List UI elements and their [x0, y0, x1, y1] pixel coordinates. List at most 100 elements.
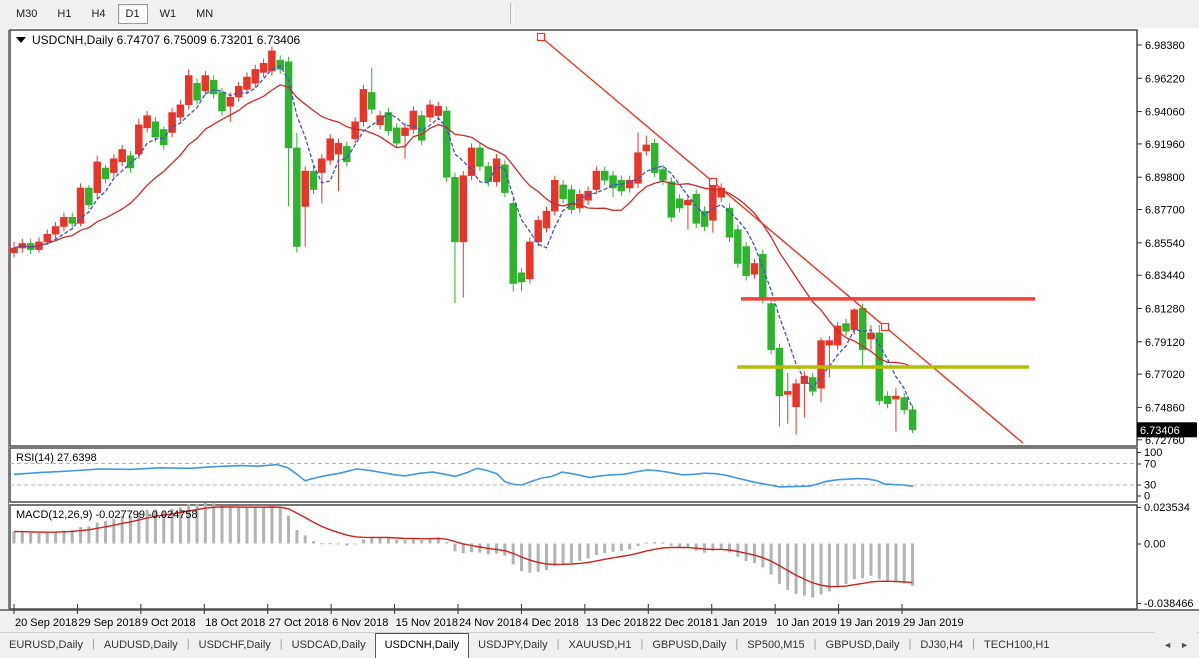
macd-histogram-bar [71, 530, 74, 543]
macd-histogram-bar [537, 544, 540, 572]
macd-histogram-bar [445, 542, 448, 543]
date-axis-label: 18 Oct 2018 [205, 617, 265, 629]
candle [310, 171, 317, 189]
tab-tech100-h1[interactable]: TECH100,H1 [975, 633, 1058, 658]
candle [443, 111, 450, 177]
timeframe-w1[interactable]: W1 [152, 4, 185, 24]
candle [352, 122, 359, 139]
candle [302, 171, 309, 206]
candle [460, 176, 467, 242]
macd-histogram-bar [295, 530, 298, 543]
candle [726, 208, 733, 237]
tab-usdcad-daily[interactable]: USDCAD,Daily [283, 633, 375, 658]
date-axis-label: 19 Jan 2019 [840, 617, 901, 629]
timeframe-m30[interactable]: M30 [8, 4, 45, 24]
candle [476, 148, 483, 166]
candle [776, 348, 783, 396]
macd-histogram-bar [13, 532, 16, 544]
tab-sp500-m15[interactable]: SP500,M15 [738, 633, 813, 658]
price-axis-label: 6.87700 [1145, 205, 1185, 217]
macd-histogram-bar [778, 544, 781, 584]
tab-eurusd-daily[interactable]: EURUSD,Daily [0, 633, 92, 658]
macd-histogram-bar [112, 519, 115, 544]
tab-dj30-h4[interactable]: DJ30,H4 [911, 633, 972, 658]
macd-histogram-bar [886, 544, 889, 582]
price-axis-label: 6.89800 [1145, 172, 1185, 184]
macd-histogram-bar [869, 544, 872, 576]
candle [110, 159, 117, 173]
tab-gbpusd-daily[interactable]: GBPUSD,Daily [643, 633, 735, 658]
candle [119, 149, 126, 161]
candle [593, 171, 600, 189]
macd-histogram-bar [545, 544, 548, 571]
macd-histogram-bar [379, 537, 382, 543]
macd-histogram-bar [229, 507, 232, 543]
trendline-anchor[interactable] [538, 34, 545, 41]
tab-xauusd-h1[interactable]: XAUUSD,H1 [560, 633, 641, 658]
tab-usdcnh-daily[interactable]: USDCNH,Daily [375, 633, 470, 658]
candle [427, 105, 434, 117]
price-axis-label: 6.94060 [1145, 107, 1185, 119]
candle [293, 148, 300, 247]
tab-usdjpy-daily[interactable]: USDJPY,Daily [469, 633, 557, 658]
date-axis-label: 22 Dec 2018 [649, 617, 711, 629]
timeframe-h1[interactable]: H1 [49, 4, 79, 24]
macd-histogram-bar [337, 544, 340, 545]
candle [219, 92, 226, 110]
macd-histogram-bar [304, 535, 307, 543]
chart-canvas[interactable]: 6.983806.962206.940606.919606.898006.877… [0, 28, 1199, 632]
candle [85, 188, 92, 205]
trendline-anchor[interactable] [710, 179, 717, 186]
macd-histogram-bar [745, 544, 748, 561]
candle [402, 128, 409, 136]
candle [69, 217, 76, 223]
macd-histogram-bar [753, 544, 756, 564]
price-axis-label: 6.83440 [1145, 270, 1185, 282]
macd-histogram-bar [387, 538, 390, 543]
macd-histogram-bar [612, 544, 615, 552]
tab-scroll-left-icon[interactable]: ◄ [1159, 640, 1176, 650]
macd-histogram-bar [695, 544, 698, 551]
macd-histogram-bar [221, 506, 224, 544]
macd-histogram-bar [262, 507, 265, 543]
tab-scroll-right-icon[interactable]: ► [1176, 640, 1193, 650]
candle [743, 247, 750, 276]
timeframe-mn[interactable]: MN [188, 4, 221, 24]
macd-histogram-bar [245, 508, 248, 544]
macd-histogram-bar [329, 543, 332, 544]
macd-histogram-bar [820, 544, 823, 595]
macd-histogram-bar [761, 544, 764, 568]
candle [235, 86, 242, 97]
timeframe-h4[interactable]: H4 [83, 4, 113, 24]
macd-axis-label: 0.023534 [1144, 502, 1190, 514]
candle [618, 180, 625, 191]
macd-label: MACD(12,26,9) -0.027799 -0.024758 [16, 509, 198, 521]
trendline-anchor[interactable] [882, 324, 889, 331]
candle [44, 234, 51, 242]
macd-histogram-bar [478, 544, 481, 553]
date-axis-label: 20 Sep 2018 [15, 617, 77, 629]
tab-usdchf-daily[interactable]: USDCHF,Daily [190, 633, 280, 658]
main-chart-plot[interactable] [10, 30, 1137, 446]
candle [659, 169, 666, 180]
candle [909, 410, 916, 430]
date-axis-label: 15 Nov 2018 [396, 617, 458, 629]
macd-histogram-bar [845, 544, 848, 584]
tab-gbpusd-daily[interactable]: GBPUSD,Daily [817, 633, 909, 658]
candle [684, 200, 691, 205]
macd-histogram-bar [21, 532, 24, 544]
candle [160, 129, 167, 144]
date-axis-label: 29 Sep 2018 [78, 617, 140, 629]
candle [510, 203, 517, 283]
candle [859, 308, 866, 350]
timeframe-d1[interactable]: D1 [118, 4, 148, 24]
price-axis-label: 6.98380 [1145, 40, 1185, 52]
candle [668, 182, 675, 217]
rsi-panel[interactable] [10, 448, 1137, 502]
candle [135, 125, 142, 154]
macd-histogram-bar [786, 544, 789, 591]
macd-histogram-bar [595, 544, 598, 556]
macd-histogram-bar [720, 544, 723, 550]
tab-audusd-daily[interactable]: AUDUSD,Daily [95, 633, 187, 658]
macd-histogram-bar [587, 544, 590, 559]
